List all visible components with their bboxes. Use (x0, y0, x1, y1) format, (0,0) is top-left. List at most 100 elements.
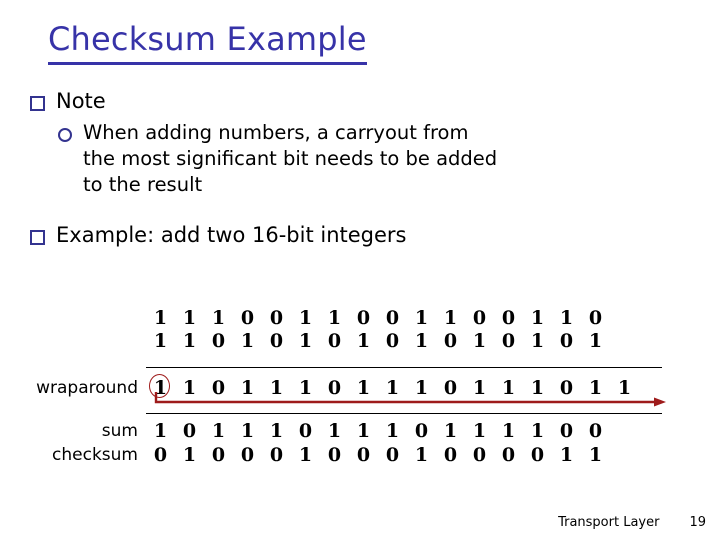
bit-cell: 1 (298, 377, 313, 399)
bit-cell: 1 (153, 419, 168, 442)
bit-cell: 1 (530, 329, 545, 352)
bit-cell: 1 (559, 444, 574, 466)
bit-cell: 0 (356, 306, 371, 329)
bit-cell: 1 (240, 377, 255, 399)
calc-row-wraparound: wraparound 1 1011101110111011 (0, 374, 720, 401)
bit-cell: 1 (414, 306, 429, 329)
bit-cell: 0 (356, 444, 371, 466)
bit-cell: 0 (559, 329, 574, 352)
row-label-checksum: checksum (52, 445, 138, 465)
bits-wraparound-body: 1011101110111011 (175, 377, 639, 399)
carry-bit: 1 (146, 374, 175, 399)
bit-cell: 1 (472, 377, 487, 399)
bit-cell: 0 (443, 329, 458, 352)
bit-cell: 0 (443, 444, 458, 466)
bit-cell: 1 (588, 444, 603, 466)
bit-cell: 1 (530, 306, 545, 329)
bit-cell: 1 (240, 329, 255, 352)
bit-cell: 1 (211, 419, 226, 442)
bit-cell: 1 (182, 329, 197, 352)
bits-operand-1: 1110011001100110 (146, 307, 610, 329)
bits-checksum: 0100010001000011 (146, 444, 610, 466)
bit-cell: 0 (530, 444, 545, 466)
bits-operand-2: 1101010101010101 (146, 330, 610, 352)
bit-cell: 0 (588, 419, 603, 442)
bit-cell: 1 (501, 377, 516, 399)
bit-cell: 0 (385, 444, 400, 466)
bit-cell: 1 (240, 419, 255, 442)
bit-cell: 0 (269, 444, 284, 466)
bullet-item-note: Note (30, 88, 106, 115)
bit-cell: 1 (559, 306, 574, 329)
bit-cell: 0 (501, 329, 516, 352)
square-bullet-icon (30, 96, 45, 111)
carry-bit-value: 1 (153, 377, 168, 399)
bit-cell: 1 (414, 329, 429, 352)
bit-cell: 1 (153, 306, 168, 329)
bit-cell: 1 (298, 444, 313, 466)
bit-cell: 1 (385, 419, 400, 442)
bit-cell: 1 (182, 444, 197, 466)
bit-cell: 0 (443, 377, 458, 399)
bit-cell: 0 (211, 329, 226, 352)
bit-cell: 1 (153, 329, 168, 352)
bit-cell: 1 (617, 377, 632, 399)
bit-cell: 1 (385, 377, 400, 399)
bit-cell: 1 (327, 419, 342, 442)
bit-cell: 1 (588, 329, 603, 352)
bit-cell: 0 (559, 419, 574, 442)
bit-cell: 1 (414, 444, 429, 466)
bit-cell: 1 (414, 377, 429, 399)
bit-cell: 1 (356, 377, 371, 399)
bullet-label-carryout: When adding numbers, a carryout from the… (83, 121, 498, 196)
checksum-calculation: 1110011001100110 1101010101010101 wrapar… (0, 306, 720, 468)
bit-cell: 1 (269, 377, 284, 399)
bit-cell: 0 (182, 419, 197, 442)
bit-cell: 0 (153, 444, 168, 466)
bit-cell: 1 (298, 329, 313, 352)
calc-row-sum: sum 1011101110111100 (0, 419, 720, 442)
bit-cell: 1 (472, 329, 487, 352)
bit-cell: 1 (530, 419, 545, 442)
bit-cell: 0 (298, 419, 313, 442)
bit-cell: 0 (472, 306, 487, 329)
bullet-label-example: Example: add two 16-bit integers (56, 223, 407, 247)
bit-cell: 0 (501, 306, 516, 329)
bit-cell: 1 (211, 306, 226, 329)
bits-sum: 1011101110111100 (146, 420, 610, 442)
bit-cell: 0 (414, 419, 429, 442)
bit-cell: 1 (298, 306, 313, 329)
footer-section-label: Transport Layer (558, 515, 660, 530)
bullet-item-example: Example: add two 16-bit integers (30, 222, 407, 249)
bit-cell: 0 (211, 377, 226, 399)
bit-cell: 1 (182, 377, 197, 399)
bit-cell: 1 (472, 419, 487, 442)
bit-cell: 0 (472, 444, 487, 466)
bit-cell: 1 (501, 419, 516, 442)
bit-cell: 1 (356, 329, 371, 352)
row-label-wraparound: wraparound (36, 378, 138, 398)
bit-cell: 1 (588, 377, 603, 399)
divider-above-sum (146, 413, 662, 414)
page-title: Checksum Example (48, 21, 367, 65)
bit-cell: 0 (211, 444, 226, 466)
bit-cell: 1 (327, 306, 342, 329)
bit-cell: 0 (269, 306, 284, 329)
bit-cell: 1 (443, 306, 458, 329)
bit-cell: 0 (240, 306, 255, 329)
calc-row-operand-1: 1110011001100110 (0, 306, 720, 329)
circle-bullet-icon (58, 128, 72, 142)
bit-cell: 0 (559, 377, 574, 399)
slide: Checksum Example Note When adding number… (0, 0, 720, 540)
bit-cell: 0 (385, 306, 400, 329)
calc-row-operand-2: 1101010101010101 (0, 329, 720, 352)
slide-footer: Transport Layer 19 (558, 515, 706, 530)
bits-wraparound: 1 1011101110111011 (146, 374, 639, 399)
bit-cell: 0 (501, 444, 516, 466)
footer-page-number: 19 (689, 515, 706, 530)
rule-container-top (0, 361, 720, 375)
bit-cell: 1 (530, 377, 545, 399)
bit-cell: 1 (269, 419, 284, 442)
bit-cell: 1 (356, 419, 371, 442)
